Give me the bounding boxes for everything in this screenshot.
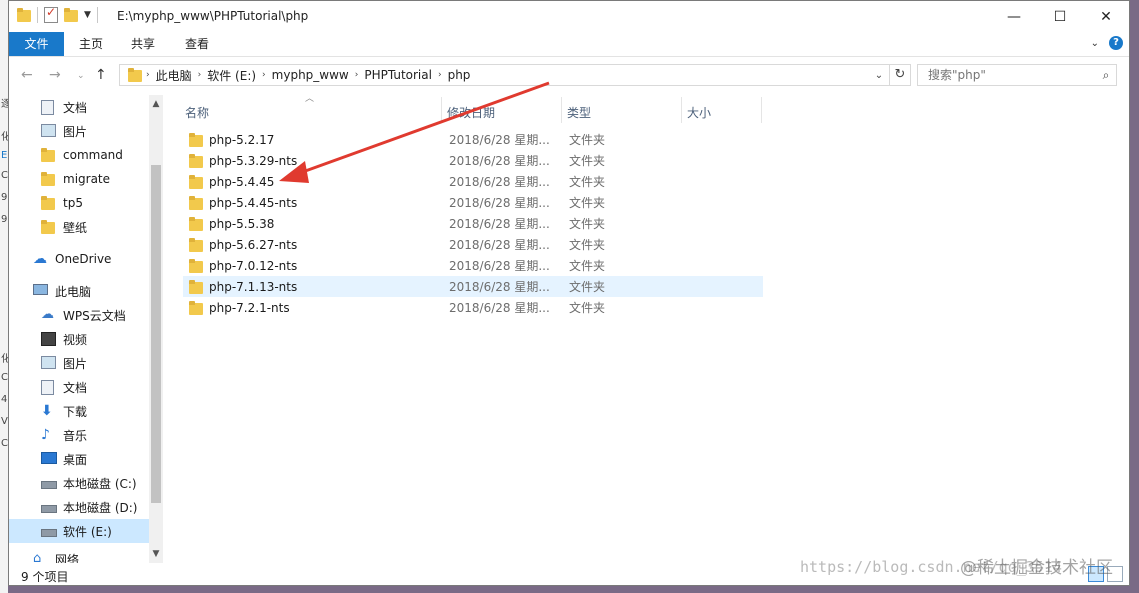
watermark-site: @稀土掘金技术社区 — [960, 558, 1113, 578]
item-count: 9 个项目 — [21, 570, 69, 584]
background-window-edge: 逐化E C99 化C4 VC — [0, 0, 11, 593]
file-explorer-window: ▼ E:\myphp_www\PHPTutorial\php — ☐ ✕ 文件 … — [8, 0, 1130, 586]
annotation-arrow — [279, 81, 550, 183]
